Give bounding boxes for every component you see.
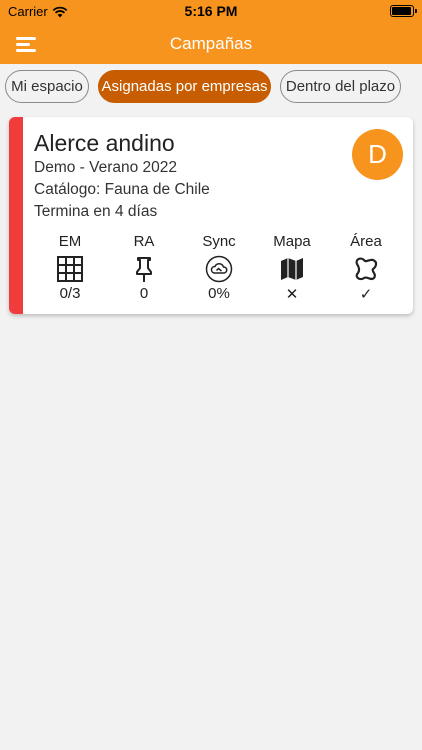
campaign-title: Alerce andino: [34, 130, 175, 156]
metric-area: Área ✓: [336, 233, 396, 303]
campaign-catalog: Catálogo: Fauna de Chile: [34, 181, 210, 198]
metric-ra: RA 0: [114, 233, 174, 302]
metric-label: EM: [58, 233, 82, 250]
metric-label: Sync: [202, 233, 236, 250]
map-icon: [281, 258, 303, 280]
metric-label: RA: [133, 233, 155, 250]
filter-chip-dentro-plazo[interactable]: Dentro del plazo: [280, 70, 401, 103]
metric-mapa: Mapa ✕: [262, 233, 322, 303]
campaign-card[interactable]: Alerce andino Demo - Verano 2022 Catálog…: [9, 117, 413, 314]
metric-value: ✓: [359, 286, 373, 303]
metric-value: 0: [139, 285, 149, 302]
nav-bar: Campañas: [0, 24, 422, 64]
status-bar: Carrier 5:16 PM: [0, 0, 422, 24]
battery-icon: [390, 5, 417, 17]
metric-value: 0/3: [59, 285, 81, 302]
campaign-subtitle: Demo - Verano 2022: [34, 159, 178, 176]
metric-em: EM 0/3: [40, 233, 100, 302]
pushpin-icon: [136, 257, 152, 282]
metric-sync: Sync 0%: [189, 233, 249, 302]
filter-chip-asignadas[interactable]: Asignadas por empresas: [98, 70, 271, 103]
avatar: D: [352, 129, 403, 180]
area-shape-icon: [355, 257, 378, 281]
grid-icon: [57, 256, 83, 282]
filter-chips: Mi espacio Asignadas por empresas Dentro…: [0, 68, 422, 108]
metric-label: Área: [350, 233, 382, 250]
card-status-accent: [9, 117, 23, 314]
page-title: Campañas: [169, 34, 253, 53]
metric-value: 0%: [208, 285, 230, 302]
status-time: 5:16 PM: [184, 3, 238, 19]
metric-value: ✕: [285, 286, 299, 303]
metric-label: Mapa: [273, 233, 311, 250]
filter-chip-mi-espacio[interactable]: Mi espacio: [5, 70, 89, 103]
cloud-sync-icon: [205, 255, 233, 283]
campaign-deadline: Termina en 4 días: [34, 203, 158, 220]
